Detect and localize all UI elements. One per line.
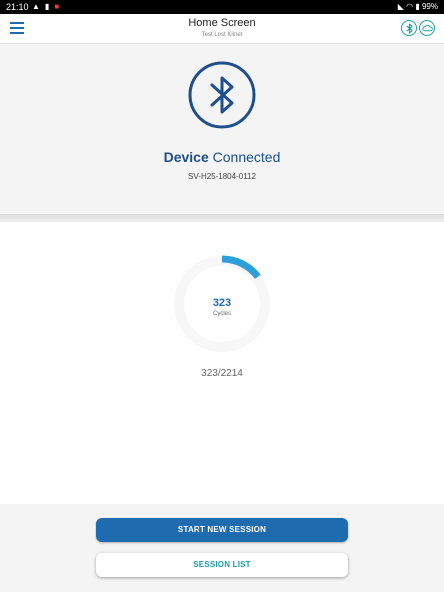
cycles-panel: 323 Cycles 323/2214 xyxy=(0,222,444,504)
bluetooth-status-button[interactable] xyxy=(401,20,417,36)
battery-icon: ▮ xyxy=(415,2,420,11)
device-status-bold: Device xyxy=(163,149,209,165)
status-notification-icons: ▲▮■ xyxy=(32,2,64,11)
start-new-session-button[interactable]: START NEW SESSION xyxy=(96,518,348,542)
status-right: ◣ ◠ ▮ 99% xyxy=(398,2,438,11)
session-list-button[interactable]: SESSION LIST xyxy=(96,553,348,577)
cycles-summary: 323/2214 xyxy=(201,368,243,379)
section-divider xyxy=(0,214,444,222)
status-time: 21:10 xyxy=(6,2,29,12)
notification-icon: ▮ xyxy=(44,2,55,11)
page-title: Home Screen xyxy=(188,17,256,29)
bluetooth-icon xyxy=(406,23,413,33)
device-panel: Device Connected SV-H25-1804-0112 xyxy=(0,44,444,214)
battery-level: 99% xyxy=(421,2,438,11)
action-footer: START NEW SESSION SESSION LIST xyxy=(0,504,444,592)
device-serial: SV-H25-1804-0112 xyxy=(188,172,256,181)
cloud-icon xyxy=(421,24,433,32)
warning-icon: ▲ xyxy=(32,2,45,11)
app-header: Home Screen Test Lost Kilnet xyxy=(0,14,444,44)
cloud-sync-button[interactable] xyxy=(419,20,435,36)
app-badge-icon: ■ xyxy=(54,2,65,11)
cycles-count: 323 xyxy=(212,297,232,309)
signal-icon: ◣ xyxy=(397,2,404,11)
page-subtitle: Test Lost Kilnet xyxy=(201,32,243,38)
device-status-text: Connected xyxy=(212,149,281,165)
bluetooth-connected-icon xyxy=(188,61,256,129)
status-bar: 21:10 ▲▮■ ◣ ◠ ▮ 99% xyxy=(0,0,444,14)
wifi-icon: ◠ xyxy=(406,2,414,11)
device-connection-status: Device Connected xyxy=(0,149,444,165)
cycles-unit-label: Cycles xyxy=(212,311,231,317)
